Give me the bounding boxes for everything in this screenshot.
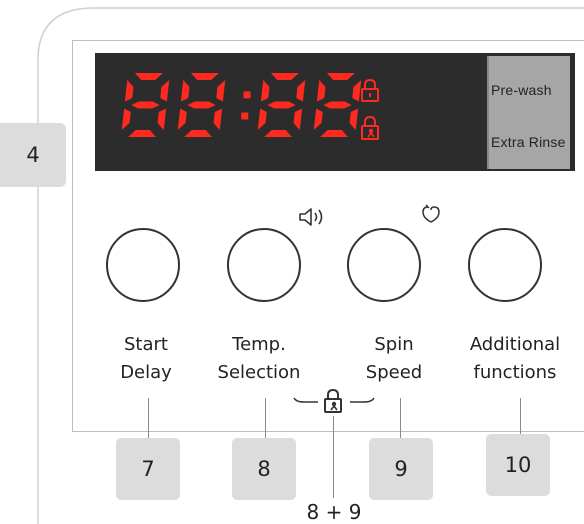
temp-selection-label-line2: Selection [217,362,301,383]
digit-segment [128,130,156,137]
spin-speed-label-line1: Spin [374,334,414,355]
lock-icon [361,78,379,102]
digit-segment [323,101,352,109]
callout-9: 9 [369,438,433,500]
prewash-label: Pre-wash [491,82,552,98]
digit-segment [131,101,160,109]
start-delay-button[interactable] [106,228,180,302]
option-indicator-panel: Pre-wash Extra Rinse [487,56,570,169]
digit-segment [271,73,299,80]
leader-line-8 [265,398,266,438]
callout-8: 8 [232,438,296,500]
digit-segment [213,108,223,130]
colon-dot [241,112,249,120]
temp-selection-label: Temp. Selection [199,331,319,387]
spin-speed-label-line2: Speed [365,362,423,383]
digit-segment [267,101,296,109]
digit-segment [180,80,190,102]
colon-dot [243,91,251,99]
combo-label: 8 + 9 [306,500,362,524]
digit-segment [349,108,359,130]
digit-segment [327,73,355,80]
digit-segment [187,101,216,109]
callout-7: 7 [116,438,180,500]
digit-segment [296,80,306,102]
spin-speed-label: Spin Speed [334,331,454,387]
temp-selection-button[interactable] [227,228,301,302]
digit-segment [260,80,270,102]
additional-functions-button[interactable] [468,228,542,302]
digit-segment [124,80,134,102]
digit-segment [257,108,267,130]
digit-segment [160,80,170,102]
child-lock-combo-icon [324,388,342,413]
digit-segment [320,130,348,137]
sound-icon [299,208,323,226]
digit-segment [184,130,212,137]
digit-segment [316,80,326,102]
leader-line-9 [400,398,401,438]
digit-segment [121,108,131,130]
additional-functions-label-line2: functions [473,362,557,383]
digit-segment [177,108,187,130]
callout-4: 4 [0,123,66,187]
start-delay-label: Start Delay [86,331,206,387]
start-delay-label-line1: Start [124,334,168,355]
additional-functions-label: Additional functions [455,331,575,387]
digit-segment [135,73,163,80]
digit-segment [293,108,303,130]
child-lock-icon [361,115,379,140]
digit-segment [264,130,292,137]
digit-segment [313,108,323,130]
spin-speed-button[interactable] [347,228,421,302]
callout-10: 10 [486,434,550,496]
digit-segment [157,108,167,130]
digit-segment [191,73,219,80]
leader-line-10 [520,398,521,434]
hand-care-icon [422,204,440,223]
extra-rinse-label: Extra Rinse [491,134,566,150]
digit-display [121,73,362,137]
digit-segment [216,80,226,102]
additional-functions-label-line1: Additional [469,334,561,355]
leader-line-combo [333,416,334,498]
leader-line-7 [148,398,149,438]
start-delay-label-line2: Delay [120,362,172,383]
temp-selection-label-line1: Temp. [232,334,286,355]
